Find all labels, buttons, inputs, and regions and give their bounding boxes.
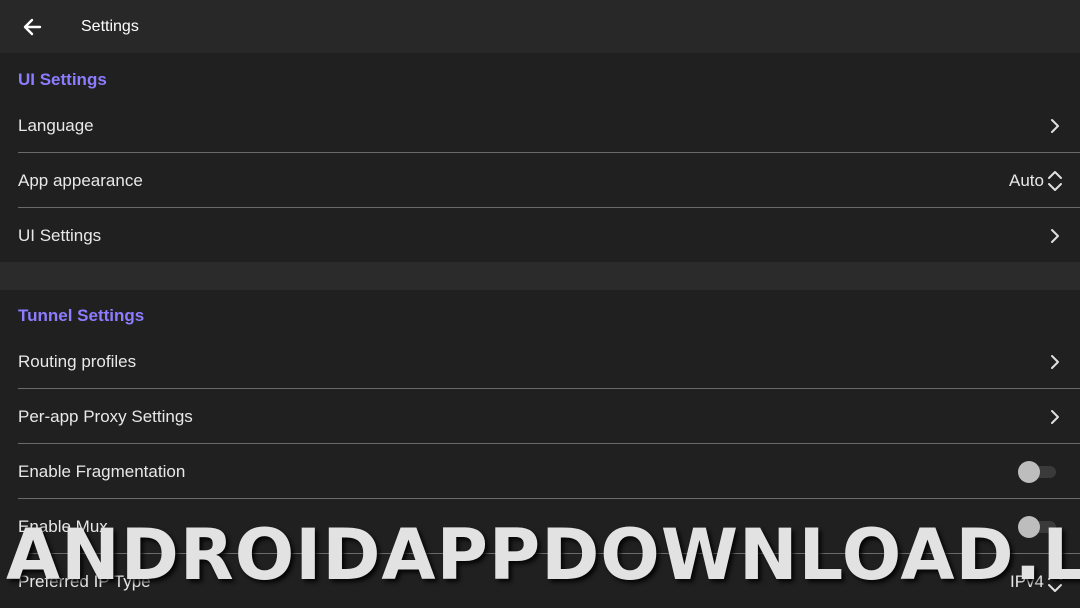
section-tunnel-settings: Tunnel Settings Routing profiles Per-app… (0, 290, 1080, 608)
mux-toggle[interactable] (1018, 515, 1058, 539)
chevron-right-icon (1051, 354, 1059, 369)
preferred-ip-value: IPv4 (1009, 571, 1044, 591)
chevron-right-icon (1051, 118, 1059, 133)
top-app-bar: Settings (0, 0, 1080, 53)
row-app-appearance[interactable]: App appearance Auto (18, 153, 1080, 208)
row-label: Per-app Proxy Settings (18, 406, 193, 426)
section-title-ui-settings: UI Settings (18, 70, 107, 89)
toggle-thumb (1018, 515, 1040, 538)
app-appearance-value: Auto (1009, 170, 1044, 190)
row-per-app-proxy[interactable]: Per-app Proxy Settings (18, 389, 1080, 444)
fragmentation-toggle[interactable] (1018, 460, 1058, 484)
toggle-thumb (1018, 460, 1040, 483)
page-title: Settings (81, 18, 139, 35)
row-enable-fragmentation[interactable]: Enable Fragmentation (18, 444, 1080, 499)
row-label: Enable Mux (18, 516, 108, 536)
up-down-chevron-icon (1048, 571, 1062, 592)
up-down-chevron-icon (1048, 170, 1062, 191)
section-gap (0, 262, 1080, 290)
row-enable-mux[interactable]: Enable Mux (18, 499, 1080, 554)
section-title-tunnel-settings: Tunnel Settings (18, 306, 145, 325)
chevron-right-icon (1051, 228, 1059, 243)
section-ui-settings: UI Settings Language App appearance Auto… (0, 53, 1080, 262)
row-routing-profiles[interactable]: Routing profiles (18, 334, 1080, 389)
row-label: Language (18, 115, 94, 135)
row-preferred-ip-type[interactable]: Preferred IP Type IPv4 (18, 554, 1080, 608)
settings-screen: Settings UI Settings Language App appear… (0, 0, 1080, 608)
back-button[interactable] (14, 9, 50, 45)
row-label: App appearance (18, 170, 143, 190)
chevron-right-icon (1051, 409, 1059, 424)
arrow-left-icon (23, 18, 42, 36)
row-ui-settings[interactable]: UI Settings (18, 208, 1080, 263)
row-language[interactable]: Language (18, 98, 1080, 153)
row-label: UI Settings (18, 225, 102, 245)
row-label: Preferred IP Type (18, 571, 151, 591)
row-label: Routing profiles (18, 351, 137, 371)
row-label: Enable Fragmentation (18, 461, 186, 481)
